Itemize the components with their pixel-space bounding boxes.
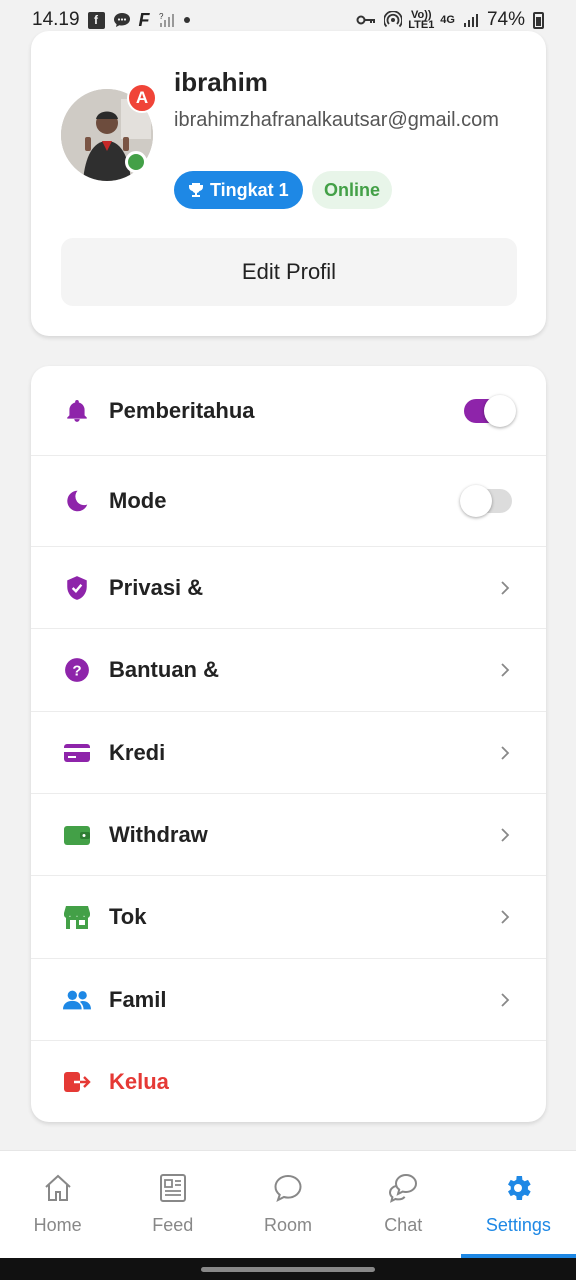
chat-bubbles-icon: [386, 1171, 420, 1205]
settings-item-store[interactable]: Tok: [31, 876, 546, 959]
credit-card-icon: [63, 739, 91, 767]
wallet-icon: [63, 821, 91, 849]
nav-label: Settings: [485, 1215, 551, 1235]
gesture-handle[interactable]: [201, 1267, 375, 1272]
online-status-badge: Online: [312, 171, 393, 209]
more-notifications-dot: [183, 17, 190, 23]
battery-icon: [533, 11, 544, 29]
chevron-right-icon: [501, 580, 510, 595]
status-right: Vo)) LTE1 4G 74%: [356, 9, 544, 31]
settings-item-family[interactable]: Famil: [31, 959, 546, 1041]
shield-icon: [63, 574, 91, 602]
settings-item-label: Bantuan &: [109, 657, 219, 682]
bell-icon: [63, 397, 91, 425]
system-gesture-bar: [0, 1258, 576, 1280]
settings-item-label: Kredi: [109, 739, 166, 765]
nav-label: Home: [33, 1215, 82, 1235]
nav-feed[interactable]: Feed: [115, 1151, 230, 1258]
settings-item-label: Pemberitahua: [109, 397, 255, 423]
avatar-badge: A: [127, 83, 157, 113]
toggle-knob: [460, 485, 492, 517]
profile-card: A ibrahim ibrahimzhafranalkautsar@gmail.…: [31, 31, 546, 336]
hotspot-icon: [384, 11, 403, 29]
no-signal-icon: ?: [158, 11, 176, 29]
nav-settings[interactable]: Settings: [460, 1151, 576, 1258]
nav-label: Feed: [152, 1215, 194, 1235]
settings-item-label: Withdraw: [109, 821, 208, 847]
edit-profile-button[interactable]: Edit Profil: [61, 238, 517, 306]
app-f-notification-icon: F: [138, 9, 150, 30]
settings-item-label: Mode: [109, 488, 167, 513]
settings-item-withdraw[interactable]: Withdraw: [31, 794, 546, 876]
network-type: 4G: [440, 14, 455, 26]
profile-email: ibrahimzhafranalkautsar@gmail.com: [174, 109, 499, 131]
settings-item-mode[interactable]: Mode: [31, 456, 546, 547]
chevron-right-icon: [501, 992, 510, 1007]
level-label: Tingkat 1: [210, 179, 289, 200]
svg-text:?: ?: [159, 12, 164, 21]
store-icon: [63, 903, 91, 931]
nav-label: Room: [263, 1215, 312, 1235]
chevron-right-icon: [501, 827, 510, 842]
online-indicator: [125, 151, 147, 173]
signal-icon: [463, 12, 479, 28]
settings-item-logout[interactable]: Kelua: [31, 1041, 546, 1122]
settings-item-label: Tok: [109, 904, 147, 929]
settings-item-credit[interactable]: Kredi: [31, 712, 546, 794]
avatar-wrapper[interactable]: A: [61, 83, 157, 181]
bottom-navigation: Home Feed Room Chat Settings: [0, 1150, 576, 1258]
mode-toggle[interactable]: [460, 485, 512, 517]
settings-item-label: Kelua: [109, 1068, 169, 1094]
svg-text:?: ?: [72, 662, 81, 679]
chevron-right-icon: [501, 745, 510, 760]
nav-home[interactable]: Home: [0, 1151, 115, 1258]
settings-list: Pemberitahua Mode Privasi & ? Bantuan & …: [31, 366, 546, 1122]
settings-item-label: Famil: [109, 986, 167, 1012]
key-icon: [356, 13, 376, 27]
people-icon: [63, 986, 91, 1014]
chat-notification-icon: [113, 11, 131, 29]
battery-percentage: 74%: [486, 9, 525, 30]
feed-icon: [156, 1171, 190, 1205]
help-icon: ?: [63, 656, 91, 684]
nav-room[interactable]: Room: [230, 1151, 345, 1258]
trophy-icon: [188, 182, 204, 198]
room-chat-bubble-icon: [271, 1171, 305, 1205]
nav-label: Chat: [384, 1215, 423, 1235]
settings-item-help[interactable]: ? Bantuan &: [31, 629, 546, 712]
chevron-right-icon: [501, 910, 510, 924]
home-icon: [41, 1171, 75, 1205]
profile-name: ibrahim: [174, 67, 268, 97]
settings-item-label: Privasi &: [109, 574, 204, 600]
nav-chat[interactable]: Chat: [346, 1151, 461, 1258]
moon-icon: [63, 487, 91, 515]
toggle-knob: [484, 394, 516, 427]
status-time: 14.19: [32, 9, 80, 30]
volte-indicator: Vo)) LTE1: [408, 9, 435, 31]
gear-icon: [501, 1171, 535, 1205]
settings-item-notifications[interactable]: Pemberitahua: [31, 366, 546, 456]
facebook-notification-icon: f: [87, 11, 105, 29]
status-left: 14.19 f F ?: [32, 9, 190, 31]
settings-item-privacy[interactable]: Privasi &: [31, 547, 546, 629]
level-badge[interactable]: Tingkat 1: [174, 171, 303, 209]
chevron-right-icon: [501, 663, 510, 677]
notifications-toggle[interactable]: [464, 394, 516, 427]
logout-icon: [63, 1068, 91, 1096]
